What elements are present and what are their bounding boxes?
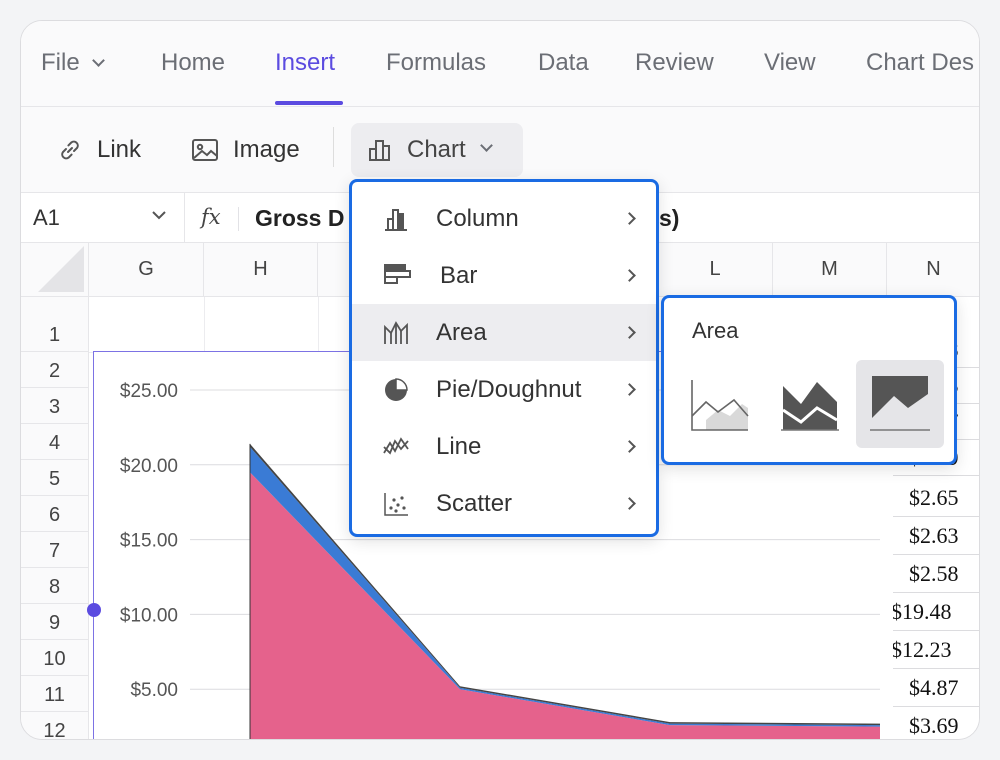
row-header[interactable]: 2 <box>21 352 89 388</box>
formula-bar-divider <box>238 207 239 231</box>
area-chart-option[interactable] <box>678 360 766 448</box>
menu-item-label: Pie/Doughnut <box>436 376 582 403</box>
link-icon <box>61 140 79 160</box>
menu-item-area[interactable]: Area <box>352 304 656 361</box>
column-header-h[interactable]: H <box>204 243 318 297</box>
tab-formulas[interactable]: Formulas <box>386 49 486 77</box>
cell-n[interactable]: $2.65 <box>887 479 979 517</box>
name-box[interactable]: A1 <box>33 205 60 231</box>
y-tick-label: $5.00 <box>130 680 178 701</box>
link-label: Link <box>97 136 142 163</box>
scatter-chart-icon <box>384 493 408 516</box>
tab-file[interactable]: File <box>41 49 105 77</box>
cell-n[interactable]: $19.48 <box>887 593 979 631</box>
row-header[interactable]: 11 <box>21 676 89 712</box>
menu-item-label: Scatter <box>436 490 513 517</box>
menu-item-scatter[interactable]: Scatter <box>352 475 656 532</box>
submenu-title: Area <box>692 318 739 343</box>
row-header[interactable]: 5 <box>21 460 89 496</box>
menu-item-label: Line <box>436 433 482 460</box>
chevron-right-icon <box>623 383 636 396</box>
chevron-down-icon <box>91 54 105 67</box>
row-header[interactable]: 7 <box>21 532 89 568</box>
menu-tab-bar: File Home Insert Formulas Data Review Vi… <box>21 21 979 107</box>
active-tab-indicator <box>275 101 343 105</box>
chart-resize-handle[interactable] <box>87 603 101 617</box>
insert-image-button[interactable]: Image <box>191 133 300 167</box>
chart-icon <box>369 140 390 161</box>
bar-chart-icon <box>384 264 411 284</box>
row-header[interactable]: 1 <box>21 297 89 352</box>
grid-line <box>204 297 205 353</box>
chevron-right-icon <box>623 269 636 282</box>
area-chart-icon <box>384 321 408 344</box>
cell-n[interactable]: $3.69 <box>887 707 979 739</box>
formula-bar-divider <box>184 193 185 243</box>
y-tick-label: $15.00 <box>120 531 178 552</box>
area-chart-option-icon <box>691 380 749 431</box>
menu-item-label: Column <box>436 205 519 232</box>
row-header[interactable]: 10 <box>21 640 89 676</box>
line-chart-icon <box>383 437 409 455</box>
chevron-right-icon <box>623 497 636 510</box>
y-tick-label: $10.00 <box>120 605 178 626</box>
grid-line <box>318 297 319 353</box>
column-header-g[interactable]: G <box>89 243 204 297</box>
menu-item-column[interactable]: Column <box>352 190 656 247</box>
chart-type-menu: Column Bar Area Pie/Doughnut Line Scatte… <box>349 179 659 537</box>
y-tick-label: $25.00 <box>120 381 178 402</box>
formula-input-tail: s) <box>659 205 680 231</box>
chevron-down-icon <box>479 138 493 152</box>
row-header[interactable]: 8 <box>21 568 89 604</box>
insert-link-button[interactable]: Link <box>57 133 141 167</box>
pie-chart-icon <box>385 378 408 401</box>
chevron-right-icon <box>623 326 636 339</box>
cell-n[interactable]: $2.58 <box>887 555 979 593</box>
image-icon <box>192 139 218 161</box>
chevron-right-icon <box>623 212 636 225</box>
cell-n[interactable]: $12.23 <box>887 631 979 669</box>
tab-home[interactable]: Home <box>161 49 225 77</box>
chevron-down-icon[interactable] <box>151 209 167 221</box>
select-all-corner[interactable] <box>21 243 89 297</box>
menu-item-line[interactable]: Line <box>352 418 656 475</box>
toolbar-divider <box>333 127 334 167</box>
stacked-area-option[interactable] <box>767 360 855 448</box>
tab-view[interactable]: View <box>764 49 816 77</box>
row-header[interactable]: 12 <box>21 712 89 739</box>
row-header[interactable]: 6 <box>21 496 89 532</box>
row-header[interactable]: 3 <box>21 388 89 424</box>
fx-icon: fx <box>201 205 221 229</box>
menu-item-label: Bar <box>440 262 478 289</box>
column-header-m[interactable]: M <box>773 243 887 297</box>
100-percent-stacked-area-option[interactable] <box>856 360 944 448</box>
chevron-right-icon <box>623 440 636 453</box>
cell-n[interactable]: $4.87 <box>887 669 979 707</box>
tab-review[interactable]: Review <box>635 49 714 77</box>
stacked-area-option-icon <box>781 382 839 431</box>
formula-input[interactable]: Gross D <box>255 205 344 232</box>
cell-n[interactable]: $2.63 <box>887 517 979 555</box>
menu-item-pie-doughnut[interactable]: Pie/Doughnut <box>352 361 656 418</box>
image-label: Image <box>233 136 300 163</box>
tab-insert[interactable]: Insert <box>275 49 335 77</box>
insert-chart-button[interactable]: Chart <box>351 123 523 177</box>
row-header[interactable]: 9 <box>21 604 89 640</box>
column-header-n[interactable]: N <box>887 243 979 297</box>
chart-label: Chart <box>407 136 466 163</box>
column-chart-icon <box>385 209 407 231</box>
100-percent-stacked-area-option-icon <box>870 376 930 431</box>
menu-item-label: Area <box>436 319 487 346</box>
tab-data[interactable]: Data <box>538 49 589 77</box>
row-header[interactable]: 4 <box>21 424 89 460</box>
tab-chart-design[interactable]: Chart Des <box>866 49 974 77</box>
column-header-l[interactable]: L <box>658 243 773 297</box>
app-window: File Home Insert Formulas Data Review Vi… <box>20 20 980 740</box>
area-chart-submenu: Area <box>661 295 957 465</box>
menu-item-bar[interactable]: Bar <box>352 247 656 304</box>
y-tick-label: $20.00 <box>120 456 178 477</box>
